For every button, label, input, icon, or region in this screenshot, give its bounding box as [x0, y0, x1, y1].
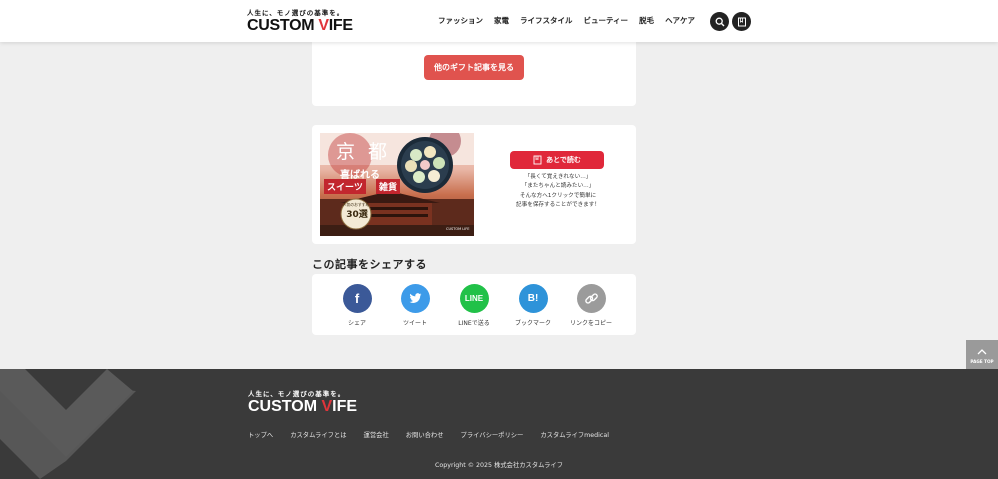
share-twitter[interactable]: ツイート [385, 284, 445, 327]
facebook-icon: f [354, 291, 360, 306]
twitter-icon [409, 293, 421, 303]
share-label: リンクをコピー [569, 320, 612, 327]
share-label: ツイート [402, 320, 427, 327]
footer-link-medical[interactable]: カスタムライフmedical [540, 430, 609, 439]
share-line[interactable]: LINE LINEで送る [444, 284, 504, 327]
read-later-label: あとで読む [546, 156, 581, 164]
bookmark-icon [533, 155, 542, 165]
chevron-up-icon [977, 349, 987, 355]
site-footer: 人生に、モノ選びの基準を。 CUSTOM VIFE トップへ カスタムライフとは… [0, 369, 998, 479]
footer-link-contact[interactable]: お問い合わせ [406, 430, 444, 439]
share-hatena[interactable]: B! ブックマーク [503, 284, 563, 327]
more-gift-articles-button[interactable]: 他のギフト記事を見る [424, 55, 524, 80]
note-line: 「長くて覚えきれない…」 [524, 174, 592, 180]
hatena-bookmark-icon: B! [527, 293, 539, 304]
link-icon [584, 293, 598, 304]
footer-link-privacy[interactable]: プライバシーポリシー [461, 430, 524, 439]
share-label: LINEで送る [458, 320, 490, 327]
nav-item-appliances[interactable]: 家電 [494, 15, 509, 26]
note-line: 「またちゃんと読みたい…」 [521, 183, 595, 190]
banner-badge-count: 30選 [346, 210, 368, 220]
saved-articles-button[interactable] [732, 12, 751, 31]
nav-item-beauty[interactable]: ビューティー [584, 15, 629, 26]
logo-wordmark: CUSTOM VIFE [247, 17, 353, 34]
nav-item-lifestyle[interactable]: ライフスタイル [520, 15, 573, 26]
copyright: Copyright © 2025 株式会社カスタムライフ [434, 462, 564, 469]
banner-kanji-kyo: 京 [336, 141, 356, 163]
footer-logo-tagline: 人生に、モノ選びの基準を。 [248, 390, 346, 398]
footer-link-about[interactable]: カスタムライフとは [290, 430, 346, 439]
site-header: 人生に、モノ選びの基準を。 CUSTOM VIFE ファッション 家電 ライフス… [0, 0, 998, 42]
site-logo[interactable]: 人生に、モノ選びの基準を。 CUSTOM VIFE [247, 9, 353, 34]
footer-logo[interactable]: 人生に、モノ選びの基準を。 CUSTOM VIFE [248, 390, 358, 416]
banner-tag-sweets: スイーツ [324, 179, 366, 194]
page-top-button[interactable]: PAGE TOP [966, 340, 998, 369]
bookmark-icon [737, 17, 746, 26]
banner-tag-goods: 雑貨 [376, 179, 401, 194]
share-copy-link[interactable]: リンクをコピー [561, 284, 621, 327]
share-label: シェア [347, 320, 366, 327]
main-nav: ファッション 家電 ライフスタイル ビューティー 脱毛 ヘアケア [438, 15, 706, 26]
footer-link-top[interactable]: トップへ [248, 430, 273, 439]
share-heading: この記事をシェアする [312, 258, 427, 271]
facebook-button[interactable]: f [342, 284, 372, 313]
read-later-button[interactable]: あとで読む [510, 151, 604, 169]
twitter-button[interactable] [400, 284, 430, 313]
hatena-button[interactable]: B! [518, 284, 548, 313]
search-button[interactable] [710, 12, 729, 31]
line-icon: LINE [464, 294, 484, 303]
footer-nav: トップへ カスタムライフとは 運営会社 お問い合わせ プライバシーポリシー カス… [248, 430, 626, 439]
search-icon [715, 17, 724, 26]
banner-kanji-to: 都 [368, 141, 388, 163]
banner-brand: CUSTOM LIFE [446, 227, 470, 231]
nav-item-haircare[interactable]: ヘアケア [665, 15, 695, 26]
page-top-label: PAGE TOP [970, 359, 994, 364]
logo-tagline: 人生に、モノ選びの基準を。 [247, 9, 345, 17]
note-line: そんな方へ1クリックで簡単に [519, 192, 597, 199]
note-line: 記事を保存することができます！ [516, 202, 600, 209]
kyoto-gift-banner[interactable]: 京 都 喜ばれる スイーツ 雑貨 人気のおすすめ 30選 CUSTOM LIFE [320, 133, 474, 236]
footer-link-company[interactable]: 運営会社 [364, 430, 389, 439]
copy-link-button[interactable] [576, 284, 606, 313]
share-label: ブックマーク [514, 320, 551, 327]
share-facebook[interactable]: f シェア [327, 284, 387, 327]
line-button[interactable]: LINE [459, 284, 489, 313]
nav-item-hair-removal[interactable]: 脱毛 [639, 15, 654, 26]
footer-logo-wordmark: CUSTOM VIFE [248, 398, 358, 415]
read-later-description: 「長くて覚えきれない…」 「またちゃんと読みたい…」 そんな方へ1クリックで簡単… [500, 173, 616, 211]
nav-item-fashion[interactable]: ファッション [438, 15, 483, 26]
